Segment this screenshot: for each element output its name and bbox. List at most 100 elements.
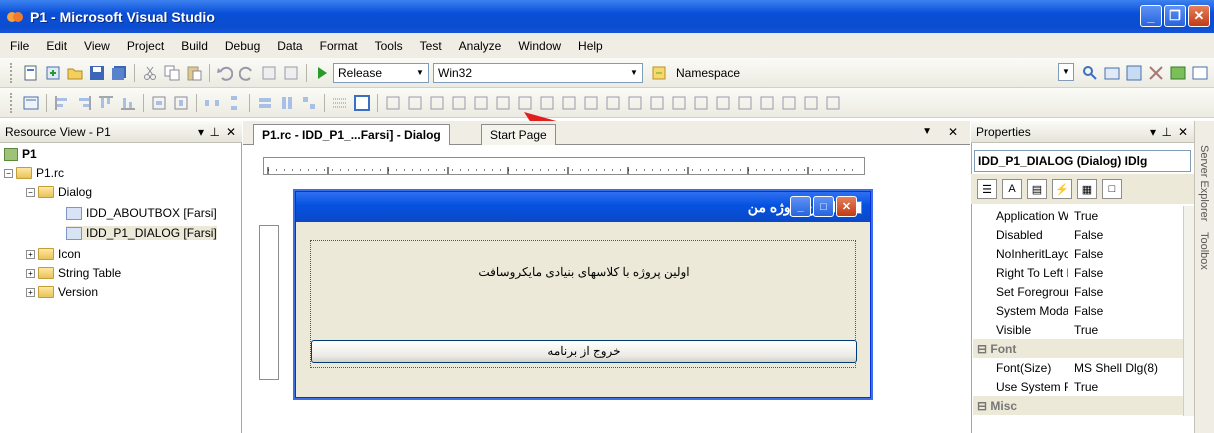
toolbox-icon[interactable] [1148,65,1164,81]
menu-tools[interactable]: Tools [375,39,403,53]
tree-rc-file[interactable]: − P1.rc [4,166,64,180]
format-icon[interactable] [429,95,445,111]
property-value[interactable]: MS Shell Dlg(8) [1068,361,1158,375]
center-vertical-icon[interactable] [151,95,167,111]
property-value[interactable]: False [1068,247,1103,261]
save-icon[interactable] [89,65,105,81]
tree-icon-folder[interactable]: + Icon [26,247,81,261]
space-down-icon[interactable] [226,95,242,111]
space-across-icon[interactable] [204,95,220,111]
tree-dialog-item-selected[interactable]: IDD_P1_DIALOG [Farsi] [66,226,217,240]
tree-dialog-item[interactable]: IDD_ABOUTBOX [Farsi] [66,206,217,220]
exit-button[interactable]: خروج از برنامه [311,340,857,363]
menu-edit[interactable]: Edit [46,39,67,53]
start-debugging-icon[interactable] [314,65,330,81]
add-item-icon[interactable] [45,65,61,81]
events-icon[interactable]: ⚡ [1052,179,1072,199]
solution-configuration-dropdown[interactable]: Release ▼ [333,62,429,83]
menu-view[interactable]: View [84,39,110,53]
class-view-icon[interactable] [1126,65,1142,81]
format-icon[interactable] [473,95,489,111]
maximize-button[interactable]: ❐ [1164,5,1186,27]
pin-icon[interactable]: ⊥ [210,125,220,139]
find-in-files-icon[interactable] [1082,65,1098,81]
namespace-dropdown[interactable]: Namespace ▼ [672,62,1074,83]
make-same-size-icon[interactable] [301,95,317,111]
horizontal-ruler[interactable] [263,157,865,175]
category-misc[interactable]: ⊟ Misc [973,396,1183,415]
property-row[interactable]: Visible True [973,320,1183,339]
static-label[interactable]: اولین پروژه با کلاسهای بنیادی مایکروسافت [311,265,857,279]
property-value[interactable]: True [1068,209,1098,223]
find-symbol-icon[interactable] [651,65,667,81]
pin-icon[interactable]: ⊥ [1162,125,1172,139]
format-icon[interactable] [451,95,467,111]
dialog-minimize-button[interactable]: _ [790,196,811,217]
categorized-icon[interactable]: ☰ [977,179,997,199]
property-row[interactable]: Set ForegroundFalse [973,282,1183,301]
toggle-guides-icon[interactable] [354,94,370,111]
property-row[interactable]: Use System FontTrue [973,377,1183,396]
expand-icon[interactable]: + [26,249,35,259]
save-all-icon[interactable] [111,65,127,81]
window-position-icon[interactable]: ▾ [1150,125,1156,139]
property-row[interactable]: Font(Size) MS Shell Dlg(8) [973,358,1183,377]
object-browser-icon[interactable] [1170,65,1186,81]
expand-icon[interactable]: + [26,287,35,297]
align-left-icon[interactable] [54,95,70,111]
collapse-icon[interactable]: − [4,168,13,178]
property-value[interactable]: False [1068,285,1103,299]
property-value[interactable]: True [1068,323,1098,337]
undo-icon[interactable] [217,65,233,81]
cut-icon[interactable] [142,65,158,81]
tab-order-icon[interactable] [407,95,423,111]
layout-options-icon[interactable] [385,95,401,111]
menu-help[interactable]: Help [578,39,603,53]
close-panel-icon[interactable]: ✕ [226,125,236,139]
toolbar-grip[interactable] [10,62,14,83]
align-bottom-icon[interactable] [120,95,136,111]
properties-scrollbar[interactable] [1183,206,1194,416]
center-horizontal-icon[interactable] [173,95,189,111]
align-right-icon[interactable] [76,95,92,111]
open-folder-icon[interactable] [67,65,83,81]
expand-icon[interactable]: + [26,268,35,278]
solution-explorer-icon[interactable] [1104,65,1120,81]
copy-icon[interactable] [164,65,180,81]
format-icon[interactable] [803,95,819,111]
property-value[interactable]: True [1068,380,1098,394]
make-same-width-icon[interactable] [257,95,273,111]
tree-version-folder[interactable]: + Version [26,285,98,299]
close-panel-icon[interactable]: ✕ [1178,125,1188,139]
property-row[interactable]: NoInheritLayoutFalse [973,244,1183,263]
menu-test[interactable]: Test [420,39,442,53]
start-page-icon[interactable] [1192,65,1208,81]
new-project-icon[interactable] [23,65,39,81]
messages-icon[interactable]: ▦ [1077,179,1097,199]
property-row[interactable]: Right To Left R False [973,263,1183,282]
solution-platform-dropdown[interactable]: Win32 ▼ [433,62,643,83]
property-value[interactable]: False [1068,304,1103,318]
property-pages-icon[interactable]: □ [1102,179,1122,199]
property-value[interactable]: False [1068,228,1103,242]
menu-build[interactable]: Build [181,39,208,53]
menu-project[interactable]: Project [127,39,164,53]
menu-analyze[interactable]: Analyze [459,39,502,53]
format-icon[interactable] [825,95,841,111]
window-position-icon[interactable]: ▾ [198,125,204,139]
tab-dialog[interactable]: P1.rc - IDD_P1_...Farsi] - Dialog [253,124,450,145]
server-explorer-tab[interactable]: Server Explorer [1198,145,1210,221]
close-button[interactable]: ✕ [1188,5,1210,27]
dialog-maximize-button[interactable]: □ [813,196,834,217]
collapse-icon[interactable]: ⊟ [977,399,990,413]
tab-start-page[interactable]: Start Page [481,124,556,145]
dialog-close-button[interactable]: ✕ [836,196,857,217]
toolbox-tab[interactable]: Toolbox [1198,232,1210,270]
toolbar-grip[interactable] [10,92,14,113]
property-row[interactable]: System Modal False [973,301,1183,320]
navigate-forward-icon[interactable] [283,65,299,81]
menu-file[interactable]: File [10,39,29,53]
tree-dialog-folder[interactable]: − Dialog [26,185,92,199]
minimize-button[interactable]: _ [1140,5,1162,27]
property-value[interactable]: False [1068,266,1103,280]
